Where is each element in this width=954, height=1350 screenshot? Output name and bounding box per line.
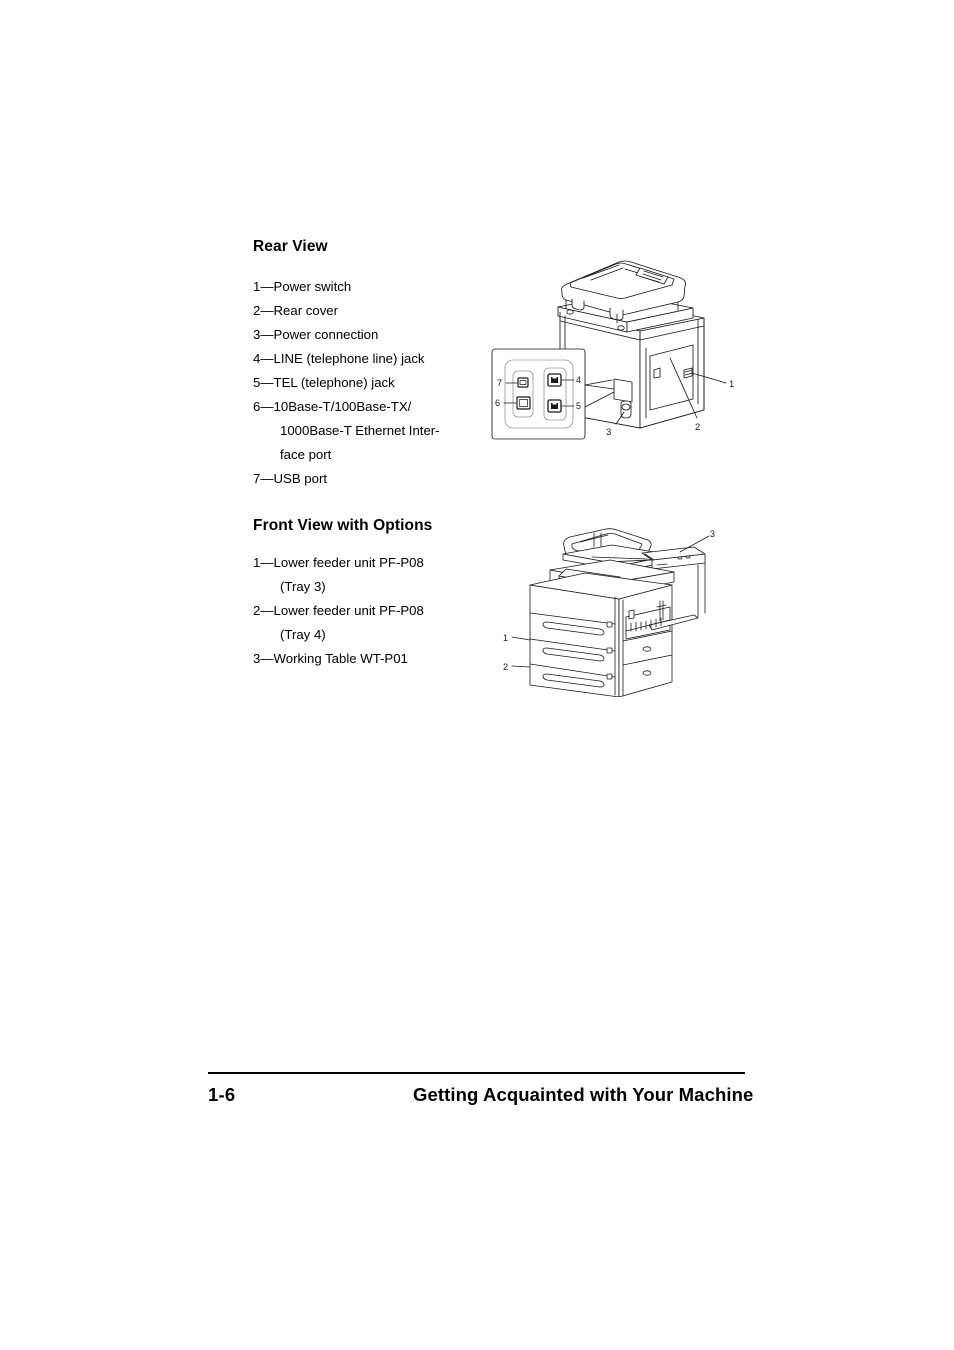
svg-text:3: 3 [606,427,611,438]
front-view-with-options-illustration: 3 1 2 [502,527,742,697]
svg-text:7: 7 [497,378,502,388]
footer-page-number: 1-6 [208,1084,236,1105]
list-item: 5—TEL (telephone) jack [253,371,468,395]
page-content: Rear View 1—Power switch 2—Rear cover 3—… [0,0,954,1050]
section-heading-front-view-with-options: Front View with Options [253,517,433,534]
list-item-line: 5—TEL (telephone) jack [253,375,395,390]
list-item-line: 3—Working Table WT-P01 [253,651,408,666]
callout-list-rear-view: 1—Power switch 2—Rear cover 3—Power conn… [253,275,468,491]
svg-text:2: 2 [695,422,700,433]
list-item-line: 4—LINE (telephone line) jack [253,351,425,366]
svg-text:5: 5 [576,401,581,411]
list-item-line: 2—Lower feeder unit PF-P08 [253,603,424,618]
list-item-line: 6—10Base-T/100Base-TX/ [253,399,412,414]
list-item-line: 7—USB port [253,471,328,486]
list-item-line: 2—Rear cover [253,303,339,318]
callout-list-front-view: 1—Lower feeder unit PF-P08 (Tray 3) 2—Lo… [253,551,468,671]
footer-chapter-title: Getting Acquainted with Your Machine [413,1084,754,1105]
footer-divider [208,1072,745,1074]
list-item-line: 1—Lower feeder unit PF-P08 [253,555,424,570]
list-item: 1—Lower feeder unit PF-P08 (Tray 3) [253,551,468,599]
list-item: 7—USB port [253,467,468,491]
list-item: 2—Rear cover [253,299,468,323]
svg-text:2: 2 [503,662,508,672]
list-item-line: 3—Power connection [253,327,379,342]
list-item: 6—10Base-T/100Base-TX/ 1000Base-T Ethern… [253,395,468,467]
list-item-line: 1—Power switch [253,279,352,294]
svg-text:3: 3 [710,529,715,539]
svg-text:1: 1 [503,633,508,643]
list-item: 3—Power connection [253,323,468,347]
list-item-line: 1000Base-T Ethernet Inter- [280,423,440,438]
svg-text:6: 6 [495,398,500,408]
svg-text:4: 4 [576,375,581,385]
list-item-line: (Tray 4) [280,627,326,642]
section-heading-rear-view: Rear View [253,238,328,255]
list-item: 1—Power switch [253,275,468,299]
rear-view-illustration: 7 6 4 5 1 2 3 [488,252,750,482]
list-item: 4—LINE (telephone line) jack [253,347,468,371]
list-item: 3—Working Table WT-P01 [253,647,468,671]
svg-text:1: 1 [729,379,734,390]
list-item-line: face port [280,447,332,462]
list-item: 2—Lower feeder unit PF-P08 (Tray 4) [253,599,468,647]
document-page: Rear View 1—Power switch 2—Rear cover 3—… [0,0,954,1350]
list-item-line: (Tray 3) [280,579,326,594]
